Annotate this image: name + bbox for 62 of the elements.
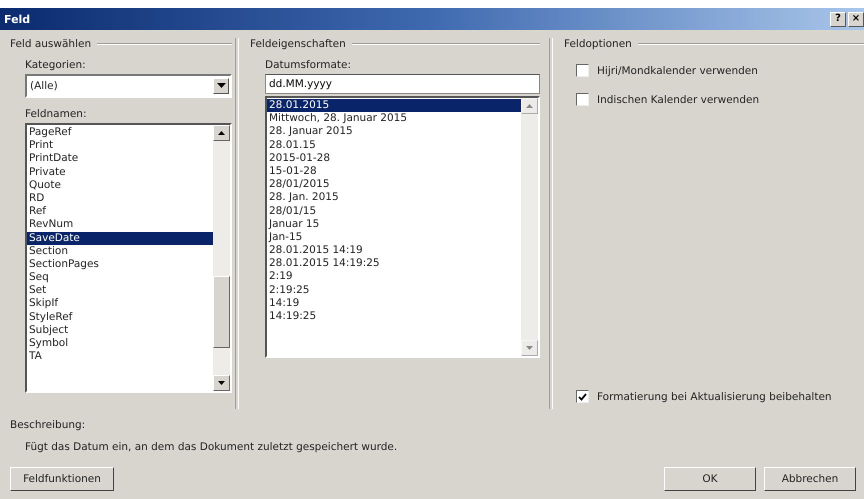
checkbox-label: Indischen Kalender verwenden [597,94,760,106]
group-title: Feldeigenschaften [250,38,346,50]
field-name-item[interactable]: PrintDate [27,152,213,166]
date-formats-label: Datumsformate: [265,59,352,71]
group-title: Feldoptionen [564,38,632,50]
close-button[interactable]: × [848,12,864,26]
field-name-item[interactable]: Subject [27,324,213,337]
categories-label: Kategorien: [25,59,86,71]
date-format-item[interactable]: 28.01.2015 14:19 [267,244,521,258]
date-format-item[interactable]: 2015-01-28 [267,152,521,165]
date-format-item[interactable]: Mittwoch, 28. Januar 2015 [267,112,521,126]
description-text: Fügt das Datum ein, an dem das Dokument zuletzt gespeichert wurde. [24,441,398,453]
field-name-item[interactable]: Private [27,166,213,179]
checkbox[interactable] [576,390,589,403]
checkbox[interactable] [576,64,589,77]
checkbox[interactable] [576,93,589,106]
date-format-item[interactable]: 28.01.15 [267,138,521,152]
checkbox-option[interactable]: Hijri/Mondkalender verwenden [576,64,758,77]
field-name-item[interactable]: TA [27,350,213,364]
field-name-item[interactable]: Section [27,244,213,258]
field-name-item[interactable]: SectionPages [27,258,213,272]
scrollbar[interactable] [213,125,230,391]
field-name-item[interactable]: Ref [27,205,213,218]
field-name-item[interactable]: Set [27,284,213,298]
window-title: Feld [4,12,30,26]
date-format-item[interactable]: 28.01.2015 [267,99,521,112]
date-format-item[interactable]: Januar 15 [267,218,521,231]
field-name-item[interactable]: SkipIf [27,297,213,311]
date-format-item[interactable]: 15-01-28 [267,164,521,178]
field-name-item[interactable]: RD [27,192,213,206]
checkbox-label: Hijri/Mondkalender verwenden [597,64,758,76]
field-name-item[interactable]: SaveDate [27,232,213,245]
field-name-item[interactable]: Print [27,139,213,152]
date-format-item[interactable]: 2:19 [267,270,521,284]
date-format-item[interactable]: 28. Januar 2015 [267,125,521,139]
date-format-item[interactable]: 28/01/2015 [267,178,521,192]
scroll-thumb[interactable] [213,276,230,348]
help-button[interactable]: ? [830,12,846,26]
field-codes-button[interactable]: Feldfunktionen [10,467,114,491]
date-format-item[interactable]: 2:19:25 [267,284,521,297]
date-format-item[interactable]: 14:19 [267,296,521,310]
group-title: Feld auswählen [10,38,92,50]
field-name-item[interactable]: PageRef [27,126,213,140]
checkbox-label: Formatierung bei Aktualisierung beibehalten [597,390,832,402]
field-name-item[interactable]: Symbol [27,337,213,350]
description-label: Beschreibung: [10,419,86,431]
date-format-item[interactable]: 28. Jan. 2015 [267,191,521,204]
field-name-item[interactable]: StyleRef [27,310,213,324]
field-names-label: Feldnamen: [25,108,86,120]
date-format-item[interactable]: 28.01.2015 14:19:25 [267,257,521,270]
date-format-item[interactable]: 28/01/15 [267,204,521,218]
date-format-item[interactable]: 14:19:25 [267,310,521,324]
date-format-field[interactable]: dd.MM.yyyy [265,74,540,94]
categories-dropdown[interactable]: (Alle) [25,74,232,98]
ok-button[interactable]: OK [664,467,756,491]
field-name-item[interactable]: RevNum [27,218,213,232]
field-name-item[interactable]: Seq [27,271,213,284]
field-name-item[interactable]: Quote [27,178,213,192]
checkbox-option[interactable]: Formatierung bei Aktualisierung beibehalten [576,390,832,403]
date-format-item[interactable]: Jan-15 [267,230,521,244]
cancel-button[interactable]: Abbrechen [764,467,856,491]
checkbox-option[interactable]: Indischen Kalender verwenden [576,93,760,106]
